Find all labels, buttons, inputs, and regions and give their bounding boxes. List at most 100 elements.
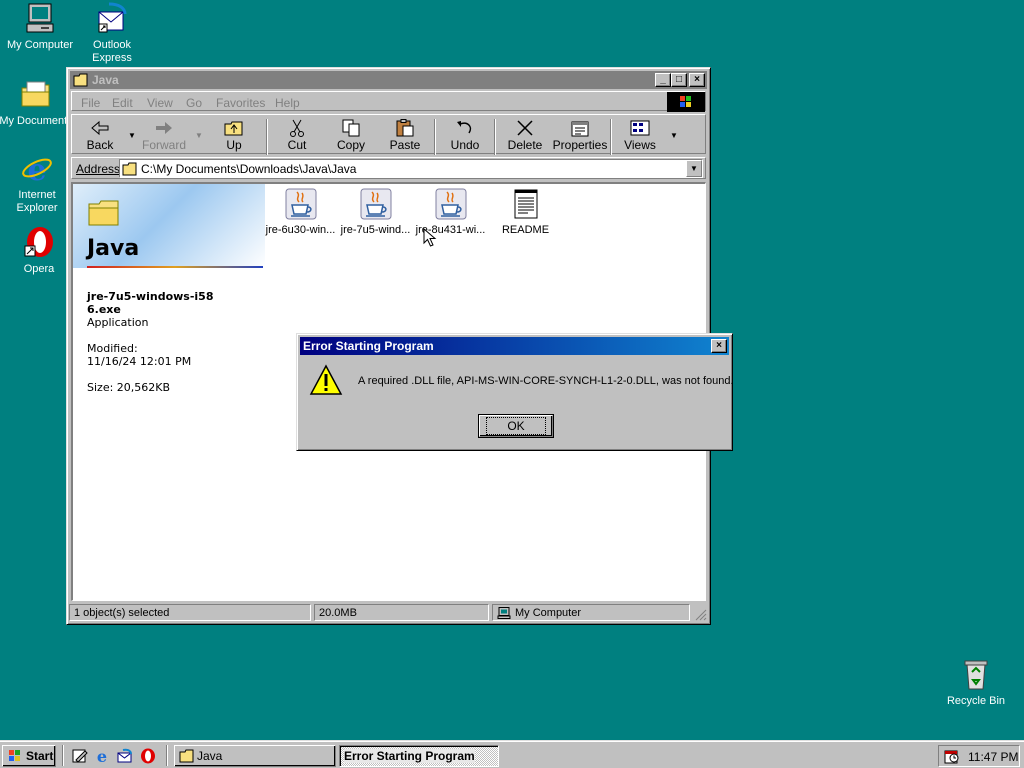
properties-button[interactable]: Properties	[550, 117, 610, 152]
back-button[interactable]: Back	[72, 117, 128, 152]
opera-icon[interactable]	[140, 748, 156, 764]
panel-size: Size: 20,562KB	[87, 381, 171, 394]
warning-icon	[309, 364, 343, 395]
show-desktop-icon[interactable]	[72, 748, 88, 764]
file-name: README	[501, 224, 550, 236]
forward-dropdown-icon[interactable]: ▼	[195, 131, 203, 140]
file-name: jre-7u5-wind...	[340, 224, 411, 236]
svg-text:e: e	[27, 153, 46, 186]
clock[interactable]: 11:47 PM	[968, 750, 1018, 764]
back-dropdown-icon[interactable]: ▼	[128, 131, 136, 140]
web-view-panel: Java jre-7u5-windows-i586.exe Applicatio…	[73, 184, 265, 600]
folder-icon	[73, 73, 88, 87]
java-icon	[285, 188, 316, 220]
ok-label: OK	[486, 417, 546, 435]
file-item[interactable]: jre-7u5-wind...	[338, 188, 413, 236]
address-input[interactable]: C:\My Documents\Downloads\Java\Java ▼	[119, 159, 703, 178]
panel-modified-value: 11/16/24 12:01 PM	[87, 355, 192, 368]
panel-modified-label: Modified:	[87, 342, 138, 355]
back-arrow-icon	[91, 120, 109, 136]
folder-icon	[122, 162, 137, 176]
desktop-icon-label: My Computer	[6, 39, 74, 51]
views-icon	[630, 120, 650, 136]
panel-file-type: Application	[87, 316, 149, 329]
menu-bar: File Edit View Go Favorites Help	[71, 91, 706, 112]
text-document-icon	[514, 189, 537, 219]
up-button[interactable]: Up	[206, 117, 262, 152]
menu-go[interactable]: Go	[186, 96, 202, 110]
close-button[interactable]: ×	[689, 73, 705, 87]
outlook-express-icon[interactable]	[117, 748, 133, 764]
undo-button[interactable]: Undo	[437, 117, 493, 152]
outlook-express-icon	[98, 2, 127, 33]
minimize-button[interactable]: _	[655, 73, 671, 87]
undo-icon	[457, 121, 472, 134]
status-bar: 1 object(s) selected 20.0MB My Computer	[69, 603, 708, 622]
dialog-message: A required .DLL file, API-MS-WIN-CORE-SY…	[358, 375, 734, 387]
dialog-title: Error Starting Program	[303, 339, 434, 353]
address-dropdown-button[interactable]: ▼	[686, 160, 702, 177]
menu-edit[interactable]: Edit	[112, 96, 133, 110]
folder-icon	[88, 200, 119, 226]
address-value: C:\My Documents\Downloads\Java\Java	[141, 162, 357, 176]
dialog-titlebar[interactable]: Error Starting Program ×	[300, 337, 729, 355]
copy-button[interactable]: Copy	[323, 117, 379, 152]
taskbar: Start e Java Error Starting Program 11:4…	[0, 740, 1024, 768]
start-button[interactable]: Start	[2, 745, 56, 767]
desktop-icon-my-documents[interactable]: My Documents	[0, 78, 76, 128]
address-bar: Address C:\My Documents\Downloads\Java\J…	[71, 157, 706, 179]
paste-button[interactable]: Paste	[377, 117, 433, 152]
dialog-close-button[interactable]: ×	[711, 339, 727, 353]
menu-help[interactable]: Help	[275, 96, 300, 110]
quick-launch-separator	[166, 745, 168, 766]
maximize-button[interactable]: □	[671, 73, 687, 87]
internet-explorer-icon[interactable]: e	[94, 748, 110, 764]
file-item[interactable]: jre-6u30-win...	[263, 188, 338, 236]
status-zone: My Computer	[492, 604, 690, 621]
internet-explorer-icon: e	[22, 153, 52, 186]
scheduler-icon[interactable]	[944, 748, 960, 764]
delete-button[interactable]: Delete	[497, 117, 553, 152]
windows-flag-icon	[680, 96, 691, 107]
explorer-titlebar[interactable]: Java _ □ ×	[70, 71, 707, 89]
delete-x-icon	[517, 120, 533, 136]
taskbar-button-error[interactable]: Error Starting Program	[339, 745, 499, 767]
desktop-icon-label: My Documents	[0, 115, 73, 127]
desktop-icon-recycle-bin[interactable]: Recycle Bin	[936, 658, 1016, 708]
resize-grip-icon[interactable]	[695, 609, 707, 621]
scissors-icon	[290, 119, 304, 137]
taskbar-button-java[interactable]: Java	[174, 745, 336, 767]
desktop-icon-outlook-express[interactable]: Outlook Express	[72, 2, 152, 65]
menu-favorites[interactable]: Favorites	[216, 96, 265, 110]
status-size: 20.0MB	[314, 604, 489, 621]
my-computer-icon	[497, 607, 511, 619]
panel-title-rule	[87, 266, 263, 268]
properties-icon	[571, 121, 589, 137]
forward-button[interactable]: Forward	[136, 117, 192, 152]
menu-file[interactable]: File	[81, 96, 100, 110]
opera-icon	[24, 227, 53, 257]
recycle-bin-icon	[964, 660, 988, 690]
toolbar-separator	[494, 119, 496, 155]
windows-flag-icon	[9, 750, 20, 761]
error-dialog: Error Starting Program × A required .DLL…	[296, 333, 734, 451]
folder-icon	[21, 81, 50, 107]
cut-button[interactable]: Cut	[269, 117, 325, 152]
desktop-icon-my-computer[interactable]: My Computer	[0, 2, 80, 52]
views-button[interactable]: Views	[612, 117, 668, 152]
folder-up-icon	[224, 121, 243, 136]
folder-icon	[179, 749, 194, 763]
java-icon	[435, 188, 466, 220]
status-selected: 1 object(s) selected	[69, 604, 311, 621]
explorer-title: Java	[92, 73, 119, 87]
toolbar-separator	[266, 119, 268, 155]
panel-file-name: jre-7u5-windows-i586.exe	[87, 290, 214, 316]
quick-launch-separator	[62, 745, 64, 766]
menu-view[interactable]: View	[147, 96, 173, 110]
views-dropdown-icon[interactable]: ▼	[670, 131, 678, 140]
file-item[interactable]: README	[488, 188, 563, 236]
java-icon	[360, 188, 391, 220]
ok-button[interactable]: OK	[478, 414, 554, 438]
desktop-icon-label: Outlook Express	[92, 39, 132, 64]
panel-folder-title: Java	[87, 236, 140, 261]
